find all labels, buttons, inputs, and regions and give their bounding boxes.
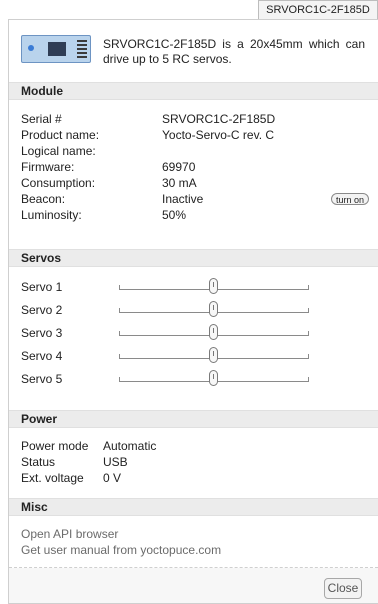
section-power-title: Power: [21, 412, 58, 426]
servo-row: Servo 4: [21, 347, 367, 364]
module-row-product: Product name: Yocto-Servo-C rev. C: [21, 128, 275, 142]
servo-2-slider[interactable]: [119, 301, 309, 317]
module-row-consumption: Consumption: 30 mA: [21, 176, 197, 190]
servo-row: Servo 5: [21, 370, 367, 387]
power-row-ext-voltage: Ext. voltage 0 V: [21, 471, 122, 485]
power-row-status: Status USB: [21, 455, 128, 469]
module-row-firmware: Firmware: 69970: [21, 160, 196, 174]
servo-3-slider[interactable]: [119, 324, 309, 340]
servo-5-slider-knob[interactable]: [209, 370, 218, 386]
servo-row: Servo 3: [21, 324, 367, 341]
device-description: SRVORC1C-2F185D is a 20x45mm which can d…: [103, 37, 365, 66]
beacon-turn-on-button[interactable]: turn on: [331, 193, 369, 205]
section-misc: Misc: [9, 498, 378, 516]
servo-2-slider-knob[interactable]: [209, 301, 218, 317]
servo-1-slider-knob[interactable]: [209, 278, 218, 294]
close-button[interactable]: Close: [324, 578, 362, 599]
section-misc-title: Misc: [21, 500, 48, 514]
module-row-luminosity: Luminosity: 50%: [21, 208, 187, 222]
servo-3-slider-knob[interactable]: [209, 324, 218, 340]
footer: [9, 568, 378, 603]
device-panel: SRVORC1C-2F185D is a 20x45mm which can d…: [8, 19, 378, 604]
servo-row: Servo 1: [21, 278, 367, 295]
open-api-browser-link[interactable]: Open API browser: [21, 527, 118, 541]
servo-4-slider[interactable]: [119, 347, 309, 363]
module-row-beacon: Beacon: Inactive turn on: [21, 192, 369, 207]
servo-5-slider[interactable]: [119, 370, 309, 386]
section-module: Module: [9, 82, 378, 100]
section-module-title: Module: [21, 84, 63, 98]
section-power: Power: [9, 410, 378, 428]
footer-divider: [9, 567, 378, 568]
device-tab[interactable]: SRVORC1C-2F185D: [258, 0, 378, 19]
module-row-serial: Serial # SRVORC1C-2F185D: [21, 112, 276, 126]
user-manual-link[interactable]: Get user manual from yoctopuce.com: [21, 543, 221, 557]
power-row-mode: Power mode Automatic: [21, 439, 157, 453]
device-thumbnail: [21, 35, 91, 63]
module-row-logical-name: Logical name:: [21, 144, 96, 158]
section-servos-title: Servos: [21, 251, 62, 265]
servo-4-slider-knob[interactable]: [209, 347, 218, 363]
device-header: SRVORC1C-2F185D is a 20x45mm which can d…: [9, 20, 378, 80]
section-servos: Servos: [9, 249, 378, 267]
servo-row: Servo 2: [21, 301, 367, 318]
servo-1-slider[interactable]: [119, 278, 309, 294]
